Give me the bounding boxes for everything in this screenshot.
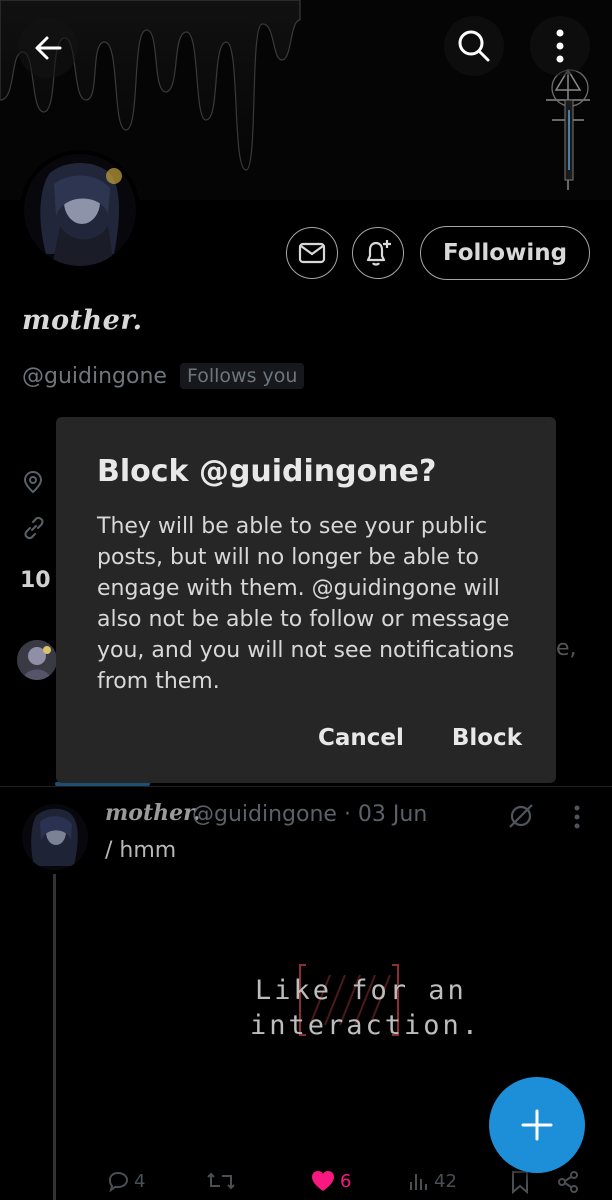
following-button[interactable]: Following bbox=[420, 226, 590, 280]
post-author-meta: @guidingone · 03 Jun bbox=[192, 802, 428, 827]
heart-icon bbox=[312, 1171, 334, 1191]
block-button[interactable]: Block bbox=[452, 725, 522, 751]
media-caption-line1: Like for an bbox=[255, 975, 467, 1006]
profile-handle: @guidingone bbox=[22, 364, 167, 389]
profile-display-name: mother. bbox=[22, 305, 143, 336]
post-author-name[interactable]: mother. bbox=[105, 800, 200, 826]
repost-icon bbox=[207, 1172, 235, 1190]
divider bbox=[0, 786, 612, 787]
dialog-actions: Cancel Block bbox=[318, 725, 522, 751]
grok-icon[interactable] bbox=[507, 802, 535, 830]
search-icon bbox=[458, 30, 490, 62]
like-button[interactable]: 6 bbox=[310, 1170, 351, 1192]
reply-icon bbox=[108, 1171, 129, 1192]
compose-button[interactable] bbox=[489, 1077, 585, 1173]
block-dialog: Block @guidingone? They will be able to … bbox=[56, 417, 556, 783]
bell-plus-icon bbox=[366, 240, 391, 266]
post-more-icon[interactable] bbox=[572, 805, 582, 829]
following-count[interactable]: 10 bbox=[20, 568, 51, 593]
followed-by-text: e, bbox=[556, 636, 577, 661]
search-button[interactable] bbox=[444, 16, 504, 76]
share-icon[interactable] bbox=[556, 1170, 580, 1194]
views-count: 42 bbox=[434, 1170, 457, 1192]
post-author-avatar[interactable] bbox=[22, 804, 88, 870]
arrow-left-icon bbox=[35, 36, 62, 60]
views-button[interactable]: 42 bbox=[408, 1170, 457, 1192]
cancel-button[interactable]: Cancel bbox=[318, 725, 404, 751]
media-caption-line2: interaction. bbox=[250, 1010, 482, 1041]
mail-icon bbox=[298, 242, 326, 264]
dialog-body: They will be able to see your public pos… bbox=[97, 514, 515, 694]
dialog-title: Block @guidingone? bbox=[97, 454, 437, 489]
notifications-button[interactable] bbox=[352, 227, 404, 279]
follows-you-badge: Follows you bbox=[180, 363, 305, 389]
location-icon bbox=[23, 470, 43, 494]
plus-icon bbox=[521, 1109, 553, 1141]
post-text: / hmm bbox=[105, 838, 177, 863]
reply-count: 4 bbox=[134, 1170, 146, 1192]
more-vertical-icon bbox=[556, 29, 564, 63]
repost-button[interactable] bbox=[206, 1170, 240, 1192]
bookmark-icon[interactable] bbox=[510, 1170, 530, 1194]
thread-line bbox=[53, 874, 56, 1200]
back-button[interactable] bbox=[18, 18, 78, 78]
message-button[interactable] bbox=[286, 227, 338, 279]
profile-avatar[interactable] bbox=[20, 150, 140, 270]
reply-button[interactable]: 4 bbox=[106, 1170, 145, 1192]
followed-by-avatar bbox=[17, 640, 57, 680]
link-icon bbox=[24, 516, 44, 540]
more-options-button[interactable] bbox=[530, 16, 590, 76]
views-icon bbox=[410, 1174, 427, 1190]
like-count: 6 bbox=[340, 1170, 352, 1192]
